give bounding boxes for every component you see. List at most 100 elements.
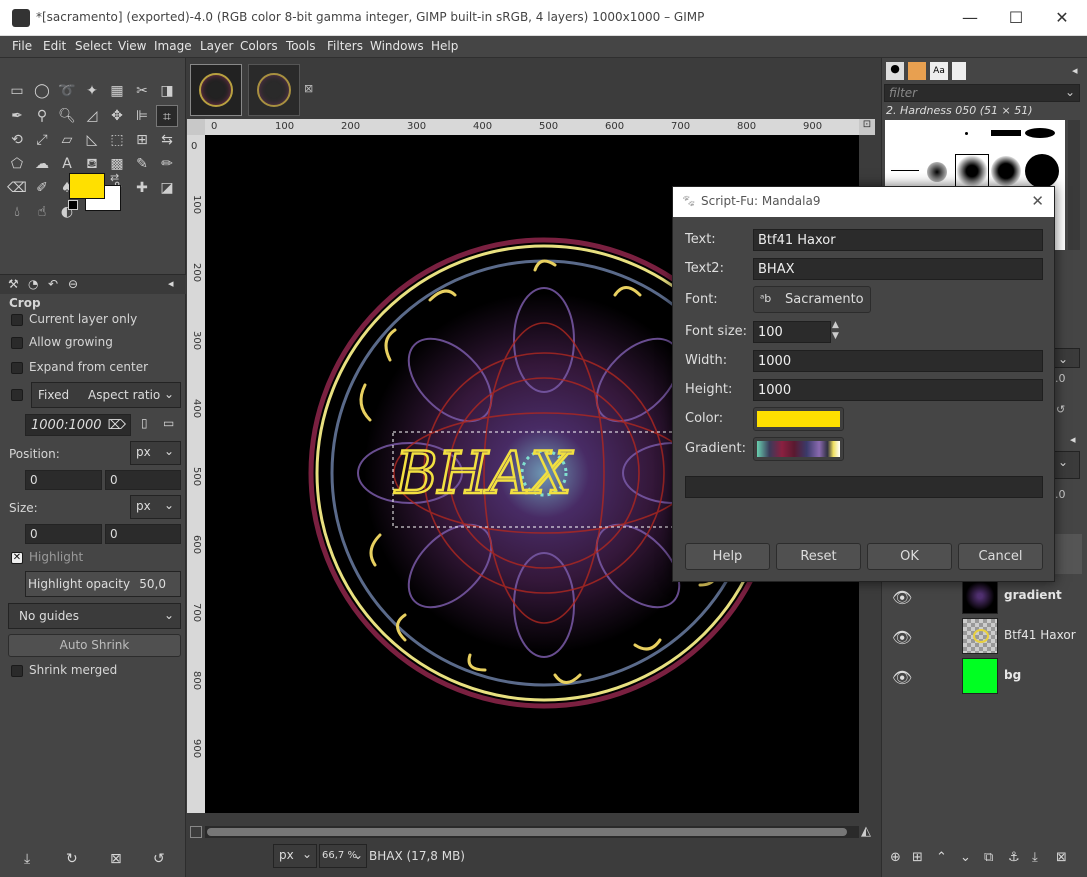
ellipse-select-icon[interactable]: ◯ [31, 80, 53, 102]
height-input[interactable]: 1000 [753, 379, 1043, 401]
help-button[interactable]: Help [685, 543, 770, 570]
handle-transform-icon[interactable]: ⊞ [131, 129, 153, 151]
swap-colors-icon[interactable]: ⇄ [110, 171, 119, 184]
aspect-ratio-input[interactable]: 1000:1000 ⌦ [25, 414, 131, 436]
text-tool-icon[interactable]: A [56, 153, 78, 175]
reset-icon[interactable]: ↺ [1056, 403, 1065, 416]
document-history-tab-icon[interactable] [952, 62, 966, 80]
warp-transform-icon[interactable]: ☁ [31, 153, 53, 175]
move-icon[interactable]: ✥ [106, 105, 128, 127]
crop-icon[interactable]: ⌗ [156, 105, 178, 127]
menu-view[interactable]: View [118, 39, 146, 53]
image-tab[interactable] [248, 64, 300, 116]
menu-file[interactable]: File [12, 39, 32, 53]
device-status-tab-icon[interactable]: ◔ [28, 277, 38, 291]
expand-from-center-checkbox[interactable] [11, 362, 23, 374]
menu-windows[interactable]: Windows [370, 39, 424, 53]
fixed-aspect-dropdown[interactable]: Fixed Aspect ratio ⌄ [31, 382, 181, 408]
portrait-icon[interactable]: ▯ [141, 416, 148, 430]
eraser-icon[interactable]: ⌫ [6, 177, 28, 199]
brush-scrollbar[interactable] [1068, 120, 1080, 250]
position-unit-dropdown[interactable]: px ⌄ [130, 441, 181, 465]
shear-icon[interactable]: ▱ [56, 129, 78, 151]
pencil-icon[interactable]: ✏ [156, 153, 178, 175]
reset-button[interactable]: Reset [776, 543, 861, 570]
menu-filters[interactable]: Filters [327, 39, 363, 53]
highlight-checkbox[interactable]: ✕ [11, 552, 23, 564]
color-button[interactable] [753, 407, 844, 431]
font-size-input[interactable]: 100 [753, 321, 831, 343]
visibility-eye-icon[interactable]: 👁︎ [892, 588, 912, 607]
brushes-tab-icon[interactable]: ● [886, 62, 904, 80]
measure-icon[interactable]: ◿ [81, 105, 103, 127]
configure-tab-icon[interactable]: ◂ [168, 277, 174, 290]
patterns-tab-icon[interactable] [908, 62, 926, 80]
menu-layer[interactable]: Layer [200, 39, 233, 53]
zoom-follow-icon[interactable]: ⊡ [859, 119, 875, 135]
tool-options-tab-icon[interactable]: ⚒ [8, 277, 19, 291]
fixed-checkbox[interactable] [11, 389, 23, 401]
text2-input[interactable]: BHAX [753, 258, 1043, 280]
airbrush-icon[interactable]: ✐ [31, 177, 53, 199]
delete-tool-preset-icon[interactable]: ⊠ [110, 851, 122, 867]
merge-layer-icon[interactable]: ⤓ [1032, 850, 1038, 865]
close-tab-icon[interactable]: ⊠ [304, 82, 313, 95]
visibility-eye-icon[interactable]: 👁︎ [892, 668, 912, 687]
blur-icon[interactable]: 💧︎ [6, 201, 28, 223]
size-h-input[interactable]: 0 [105, 524, 181, 544]
align-icon[interactable]: ⊫ [131, 105, 153, 127]
select-by-color-icon[interactable]: ▦ [106, 80, 128, 102]
heal-icon[interactable]: ✚ [131, 177, 153, 199]
configure-tab-icon[interactable]: ◂ [1070, 433, 1076, 446]
size-w-input[interactable]: 0 [25, 524, 102, 544]
smudge-icon[interactable]: ☝ [31, 201, 53, 223]
width-input[interactable]: 1000 [753, 350, 1043, 372]
menu-help[interactable]: Help [431, 39, 458, 53]
anchor-layer-icon[interactable]: ⚓ [1008, 850, 1020, 865]
clear-icon[interactable]: ⌦ [108, 418, 126, 433]
bucket-fill-icon[interactable]: ⛾ [81, 153, 103, 175]
ruler-corner[interactable] [187, 119, 205, 135]
save-tool-preset-icon[interactable]: ⤓ [24, 851, 30, 867]
chevron-down-icon[interactable]: ⌄ [1052, 348, 1080, 368]
zoom-icon[interactable]: 🔍︎ [56, 105, 78, 127]
visibility-eye-icon[interactable]: 👁︎ [892, 628, 912, 647]
reset-tool-options-icon[interactable]: ↺ [153, 851, 165, 867]
dialog-close-icon[interactable]: ✕ [1031, 192, 1044, 210]
raise-layer-icon[interactable]: ⌃ [936, 850, 947, 865]
horizontal-scroll-thumb[interactable] [207, 828, 847, 836]
rotate-icon[interactable]: ⟲ [6, 129, 28, 151]
shrink-merged-checkbox[interactable] [11, 665, 23, 677]
layer-row[interactable]: 👁︎ Btf41 Haxor [886, 616, 1086, 656]
brush-filter-input[interactable]: filter ⌄ [884, 84, 1080, 102]
menu-image[interactable]: Image [154, 39, 192, 53]
scissors-icon[interactable]: ✂ [131, 80, 153, 102]
highlight-opacity-slider[interactable]: Highlight opacity 50,0 [25, 571, 181, 597]
color-picker-icon[interactable]: ⚲ [31, 105, 53, 127]
foreground-color-swatch[interactable] [69, 173, 105, 199]
allow-growing-checkbox[interactable] [11, 337, 23, 349]
new-layer-icon[interactable]: ⊕ [890, 850, 901, 865]
position-y-input[interactable]: 0 [105, 470, 181, 490]
perspective-icon[interactable]: ◺ [81, 129, 103, 151]
configure-tab-icon[interactable]: ◂ [1072, 64, 1078, 77]
undo-history-tab-icon[interactable]: ↶ [48, 277, 58, 291]
size-unit-dropdown[interactable]: px ⌄ [130, 495, 181, 519]
text-input[interactable]: Btf41 Haxor [753, 229, 1043, 251]
gradient-button[interactable] [753, 437, 844, 461]
position-x-input[interactable]: 0 [25, 470, 102, 490]
quick-mask-toggle[interactable] [190, 826, 202, 838]
rect-select-icon[interactable]: ▭ [6, 80, 28, 102]
landscape-icon[interactable]: ▭ [163, 416, 174, 430]
perspective-clone-icon[interactable]: ◪ [156, 177, 178, 199]
navigate-icon[interactable]: ◭ [861, 824, 871, 839]
scale-icon[interactable]: ⤢ [31, 129, 53, 151]
opacity-stepper[interactable]: .0 [1055, 488, 1066, 501]
brush-size-stepper[interactable]: .0 [1055, 372, 1066, 385]
fonts-tab-icon[interactable]: Aa [930, 62, 948, 80]
paths-icon[interactable]: ✒ [6, 105, 28, 127]
auto-shrink-button[interactable]: Auto Shrink [8, 634, 181, 657]
menu-select[interactable]: Select [75, 39, 112, 53]
image-tab-active[interactable] [190, 64, 242, 116]
horizontal-scrollbar[interactable] [205, 826, 859, 838]
